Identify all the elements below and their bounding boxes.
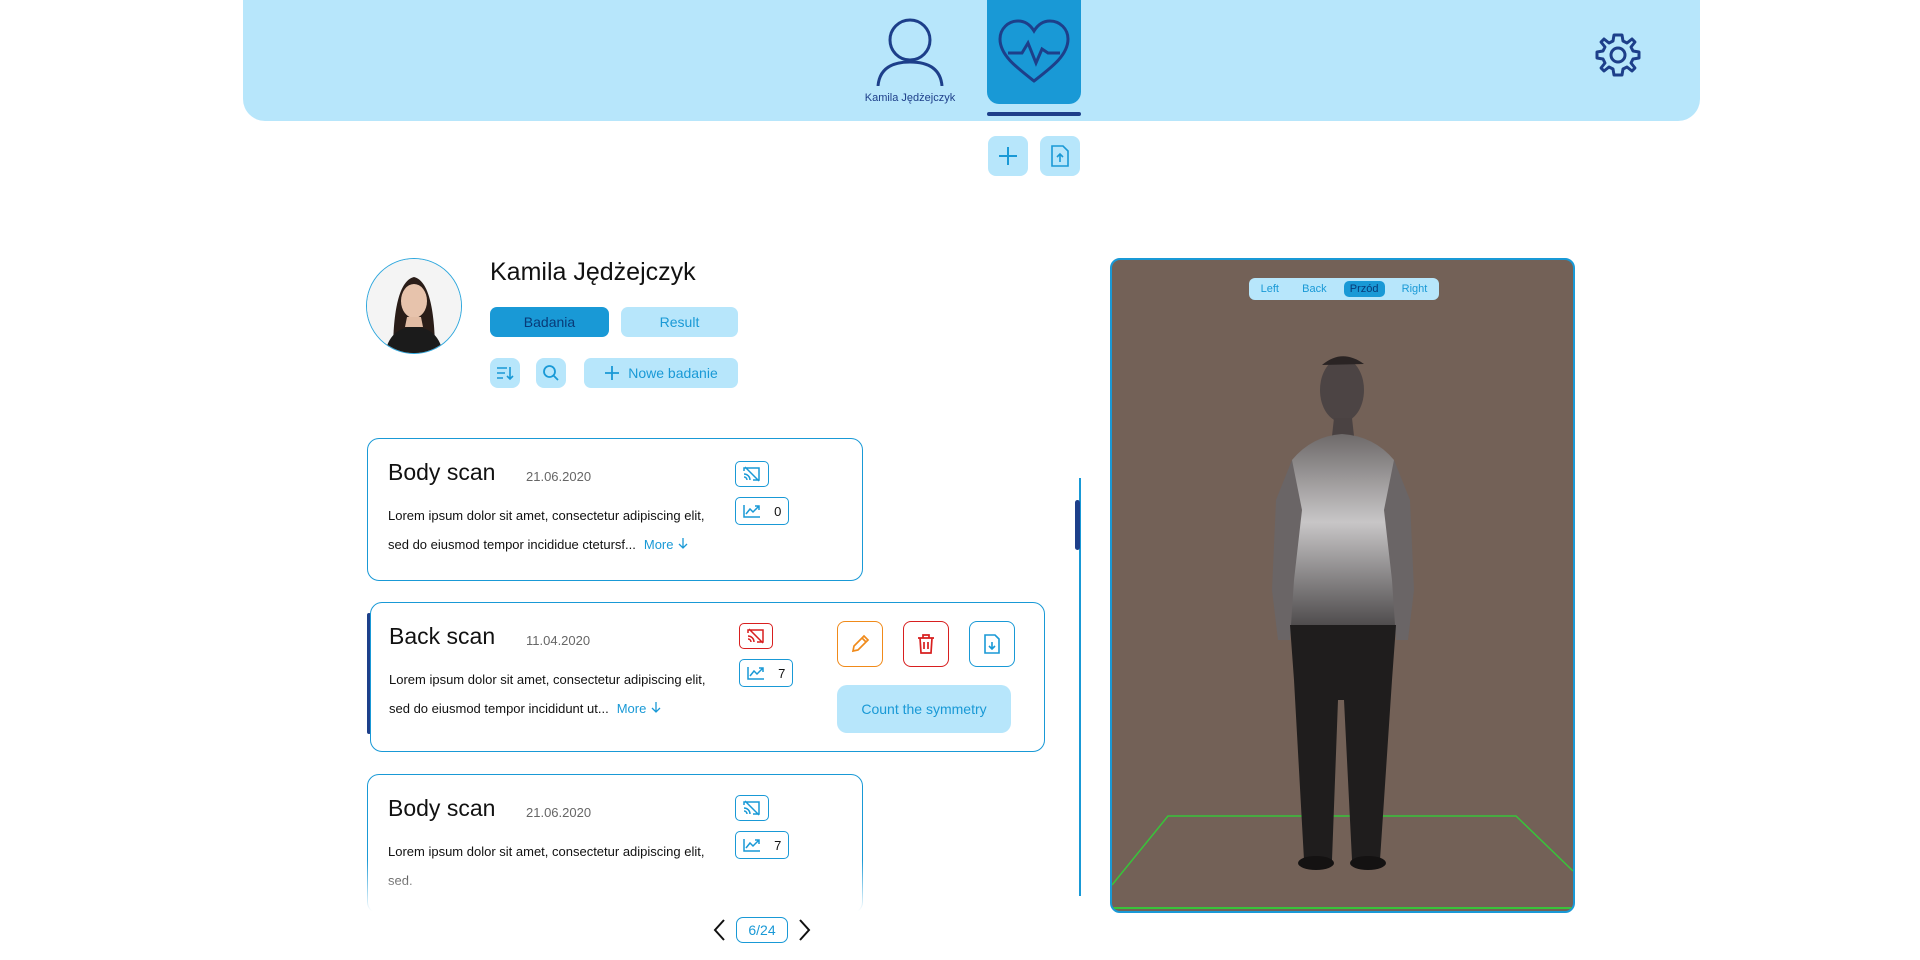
sort-icon — [497, 367, 514, 381]
more-link[interactable]: More — [644, 537, 689, 552]
add-button[interactable] — [988, 136, 1028, 176]
count-symmetry-button[interactable]: Count the symmetry — [837, 685, 1011, 733]
search-icon — [543, 365, 559, 381]
pencil-icon — [851, 634, 870, 653]
stats-badge[interactable]: 0 — [735, 497, 789, 525]
cast-off-icon — [747, 628, 764, 644]
study-title: Body scan — [388, 795, 496, 821]
settings-button[interactable] — [1594, 31, 1642, 84]
heart-pulse-icon — [998, 19, 1070, 83]
scan-view-button[interactable] — [739, 623, 773, 649]
stats-count: 7 — [778, 665, 786, 681]
view-left[interactable]: Left — [1255, 281, 1285, 297]
scan-view-button[interactable] — [735, 461, 769, 487]
scan-view-button[interactable] — [735, 795, 769, 821]
view-switcher: Left Back Przód Right — [1249, 278, 1439, 300]
plus-icon — [999, 147, 1017, 165]
trend-chart-icon — [742, 505, 760, 518]
tab-health[interactable] — [987, 0, 1081, 104]
arrow-down-icon — [651, 702, 661, 713]
cast-off-icon — [743, 466, 760, 482]
study-description: Lorem ipsum dolor sit amet, consectetur … — [388, 501, 728, 559]
new-study-label: Nowe badanie — [628, 365, 718, 381]
trend-chart-icon — [746, 667, 764, 680]
file-download-icon — [984, 634, 1000, 654]
prev-page-button[interactable] — [712, 918, 728, 947]
stats-count: 0 — [774, 503, 782, 519]
stats-count: 7 — [774, 837, 782, 853]
study-date: 11.04.2020 — [526, 633, 591, 648]
upload-button[interactable] — [1040, 136, 1080, 176]
tab-badania[interactable]: Badania — [490, 307, 609, 337]
avatar-portrait-icon — [367, 259, 461, 353]
arrow-down-icon — [678, 538, 688, 549]
delete-button[interactable] — [903, 621, 949, 667]
sort-button[interactable] — [490, 358, 520, 388]
view-front[interactable]: Przód — [1343, 281, 1385, 297]
trend-chart-icon — [742, 839, 760, 852]
study-date: 21.06.2020 — [526, 469, 592, 484]
cast-off-icon — [743, 800, 760, 816]
search-button[interactable] — [536, 358, 566, 388]
stats-badge[interactable]: 7 — [735, 831, 789, 859]
gear-icon — [1595, 33, 1641, 77]
body-scan-figure — [1112, 356, 1573, 909]
tab-result[interactable]: Result — [621, 307, 738, 337]
page-indicator: 6/24 — [736, 917, 788, 943]
file-upload-icon — [1051, 145, 1069, 167]
tab-active-indicator — [987, 112, 1081, 116]
chevron-left-icon — [713, 919, 725, 941]
more-link[interactable]: More — [617, 701, 662, 716]
stats-badge[interactable]: 7 — [739, 659, 793, 687]
top-header — [243, 0, 1700, 121]
list-fade-overlay — [360, 860, 880, 924]
study-description: Lorem ipsum dolor sit amet, consectetur … — [389, 665, 729, 723]
study-card-selected[interactable]: Back scan 11.04.2020 Lorem ipsum dolor s… — [370, 602, 1045, 752]
new-study-button[interactable]: Nowe badanie — [584, 358, 738, 388]
study-date: 21.06.2020 — [526, 805, 592, 820]
avatar — [366, 258, 462, 354]
view-back[interactable]: Back — [1296, 281, 1332, 297]
view-right[interactable]: Right — [1396, 281, 1434, 297]
trash-icon — [918, 634, 934, 654]
study-title: Body scan — [388, 459, 496, 485]
edit-button[interactable] — [837, 621, 883, 667]
study-card[interactable]: Body scan 21.06.2020 Lorem ipsum dolor s… — [367, 438, 863, 581]
profile-nav-button[interactable]: Kamila Jędżejczyk — [860, 14, 960, 104]
profile-nav-name: Kamila Jędżejczyk — [864, 92, 956, 104]
scan-3d-viewer[interactable]: Left Back Przód Right — [1110, 258, 1575, 913]
next-page-button[interactable] — [796, 918, 812, 947]
chevron-right-icon — [799, 919, 811, 941]
user-icon — [876, 18, 944, 86]
plus-icon — [605, 366, 620, 380]
more-label: More — [643, 537, 674, 552]
patient-name: Kamila Jędżejczyk — [490, 258, 696, 286]
list-scrollbar-thumb[interactable] — [1075, 500, 1080, 550]
more-label: More — [616, 701, 647, 716]
download-button[interactable] — [969, 621, 1015, 667]
study-title: Back scan — [389, 623, 496, 649]
